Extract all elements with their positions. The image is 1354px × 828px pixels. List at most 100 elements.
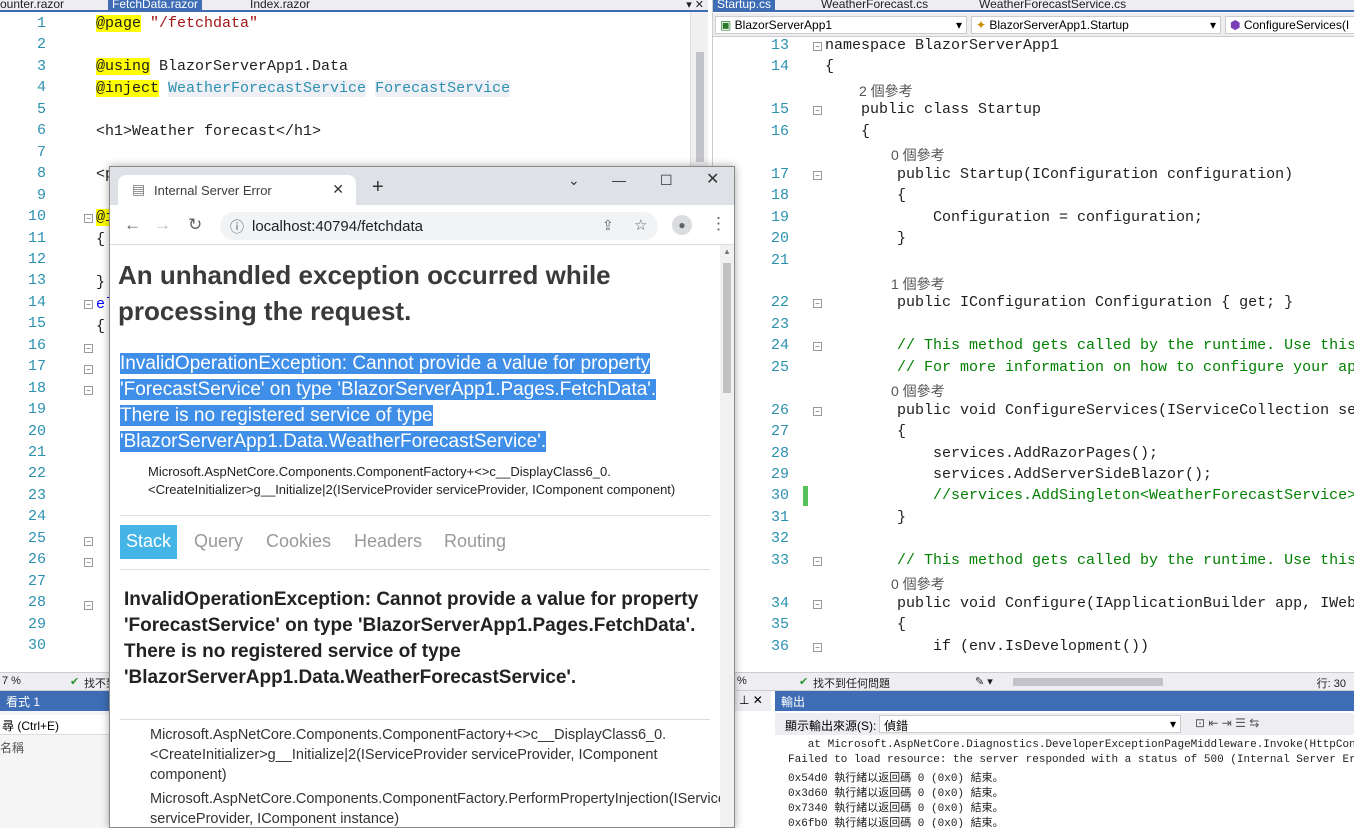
- stack-frame[interactable]: Microsoft.AspNetCore.Components.Componen…: [150, 789, 722, 827]
- code-line[interactable]: //services.AddSingleton<WeatherForecastS…: [825, 487, 1354, 504]
- tab-weatherforecast[interactable]: WeatherForecast.cs: [817, 0, 932, 10]
- code-line[interactable]: services.AddServerSideBlazor();: [825, 466, 1212, 483]
- tab-routing[interactable]: Routing: [438, 525, 512, 559]
- fold-toggle[interactable]: −: [84, 601, 93, 610]
- watch-column-name[interactable]: 名稱: [0, 739, 24, 756]
- scroll-thumb[interactable]: [696, 52, 704, 162]
- tab-search-icon[interactable]: ⌄: [568, 173, 580, 187]
- code-line[interactable]: namespace BlazorServerApp1: [825, 37, 1059, 54]
- fold-toggle[interactable]: −: [84, 214, 93, 223]
- fold-toggle[interactable]: −: [84, 344, 93, 353]
- browser-tab[interactable]: ▤ Internal Server Error ✕: [118, 175, 356, 205]
- code-line[interactable]: public class Startup: [825, 101, 1041, 118]
- fold-toggle[interactable]: −: [813, 406, 822, 416]
- right-editor[interactable]: Startup.cs WeatherForecast.cs WeatherFor…: [712, 0, 1354, 690]
- fold-toggle[interactable]: −: [813, 42, 822, 51]
- horizontal-scroll-thumb[interactable]: [1013, 678, 1163, 686]
- output-source-dropdown[interactable]: 偵錯 ▾: [879, 715, 1181, 733]
- code-line-6[interactable]: <h1>Weather forecast</h1>: [96, 123, 321, 140]
- issues-status[interactable]: 找不到任何問題: [813, 675, 890, 691]
- tab-overflow-icon[interactable]: ▾ ✕: [686, 0, 704, 10]
- brush-icon[interactable]: ✎ ▾: [975, 675, 993, 688]
- maximize-icon[interactable]: ☐: [660, 173, 673, 187]
- close-window-icon[interactable]: ✕: [706, 172, 719, 188]
- code-line[interactable]: }: [825, 509, 906, 526]
- bookmark-star-icon[interactable]: ☆: [634, 216, 647, 234]
- project-dropdown[interactable]: ▣ BlazorServerApp1 ▾: [715, 16, 967, 34]
- scroll-thumb[interactable]: [723, 263, 731, 393]
- code-line[interactable]: services.AddRazorPages();: [825, 445, 1158, 462]
- code-line[interactable]: {: [825, 616, 906, 633]
- code-line[interactable]: {: [825, 423, 906, 440]
- class-dropdown[interactable]: ✦ BlazorServerApp1.Startup ▾: [971, 16, 1221, 34]
- zoom-level[interactable]: 7 %: [2, 675, 21, 687]
- tab-stack[interactable]: Stack: [120, 525, 178, 559]
- code-line-3[interactable]: @using BlazorServerApp1.Data: [96, 58, 348, 75]
- fold-toggle[interactable]: −: [84, 558, 93, 567]
- fold-toggle[interactable]: −: [84, 365, 93, 374]
- tab-counter[interactable]: ounter.razor: [0, 0, 68, 10]
- code-line[interactable]: public void ConfigureServices(IServiceCo…: [825, 402, 1354, 419]
- back-icon[interactable]: ←: [124, 216, 141, 233]
- close-tab-icon[interactable]: ✕: [332, 181, 344, 198]
- code-line[interactable]: }: [825, 230, 906, 247]
- fold-toggle[interactable]: −: [813, 556, 822, 566]
- info-icon[interactable]: ⓘ: [230, 217, 244, 237]
- code-line[interactable]: {: [825, 58, 834, 75]
- code-line-1[interactable]: @page "/fetchdata": [96, 15, 258, 32]
- code-line[interactable]: {: [825, 123, 870, 140]
- tab-weatherforecastservice[interactable]: WeatherForecastService.cs: [975, 0, 1130, 10]
- tab-cookies[interactable]: Cookies: [260, 525, 337, 559]
- browser-scrollbar[interactable]: ▲: [720, 245, 734, 827]
- fold-toggle[interactable]: −: [84, 537, 93, 546]
- fold-toggle[interactable]: −: [813, 642, 822, 652]
- codelens-references[interactable]: 1 個參考: [891, 274, 945, 294]
- address-bar[interactable]: ⓘ localhost:40794/fetchdata ⇪ ☆: [220, 212, 658, 240]
- fold-toggle[interactable]: −: [813, 106, 822, 116]
- code-line[interactable]: public IConfiguration Configuration { ge…: [825, 294, 1293, 311]
- code-line-4[interactable]: @inject WeatherForecastService ForecastS…: [96, 80, 511, 97]
- tab-headers[interactable]: Headers: [348, 525, 428, 559]
- fold-toggle[interactable]: −: [84, 300, 93, 309]
- tab-startup[interactable]: Startup.cs: [713, 0, 776, 10]
- share-icon[interactable]: ⇪: [602, 217, 614, 234]
- output-toolbar-icons[interactable]: ⊡ ⇤ ⇥ ☰ ⇆: [1195, 716, 1259, 730]
- reload-icon[interactable]: ↻: [188, 216, 202, 233]
- new-tab-icon[interactable]: +: [372, 177, 384, 197]
- scroll-up-icon[interactable]: ▲: [723, 247, 731, 256]
- forward-icon[interactable]: →: [154, 216, 171, 233]
- code-line-15[interactable]: {: [96, 318, 105, 335]
- fold-toggle[interactable]: −: [84, 386, 93, 395]
- code-line[interactable]: // This method gets called by the runtim…: [825, 552, 1354, 569]
- tab-query[interactable]: Query: [188, 525, 249, 559]
- browser-window[interactable]: ▤ Internal Server Error ✕ + ⌄ — ☐ ✕ ← → …: [109, 166, 735, 828]
- code-line[interactable]: // For more information on how to config…: [825, 359, 1354, 376]
- fold-toggle[interactable]: −: [813, 599, 822, 609]
- codelens-references[interactable]: 0 個參考: [891, 381, 945, 401]
- pin-close-icons[interactable]: ⊥ ✕: [735, 691, 771, 711]
- codelens-references[interactable]: 0 個參考: [891, 145, 945, 165]
- codelens-references[interactable]: 0 個參考: [891, 574, 945, 594]
- fold-toggle[interactable]: −: [813, 342, 822, 352]
- code-line[interactable]: {: [825, 187, 906, 204]
- fold-toggle[interactable]: −: [813, 299, 822, 309]
- code-line-11[interactable]: {: [96, 231, 105, 248]
- code-line[interactable]: // This method gets called by the runtim…: [825, 337, 1354, 354]
- code-line[interactable]: Configuration = configuration;: [825, 209, 1203, 226]
- menu-kebab-icon[interactable]: ⋮: [710, 215, 727, 232]
- code-line[interactable]: public void Configure(IApplicationBuilde…: [825, 595, 1354, 612]
- codelens-references[interactable]: 2 個參考: [859, 81, 913, 101]
- profile-avatar-icon[interactable]: ●: [672, 215, 692, 235]
- code-line[interactable]: if (env.IsDevelopment()): [825, 638, 1149, 655]
- code-line-13[interactable]: }: [96, 274, 105, 291]
- code-line[interactable]: public Startup(IConfiguration configurat…: [825, 166, 1293, 183]
- error-message-selected[interactable]: InvalidOperationException: Cannot provid…: [120, 351, 710, 455]
- stack-frame[interactable]: Microsoft.AspNetCore.Components.Componen…: [150, 725, 722, 785]
- url-text[interactable]: localhost:40794/fetchdata: [252, 218, 423, 235]
- tab-fetchdata[interactable]: FetchData.razor: [108, 0, 203, 10]
- fold-toggle[interactable]: −: [813, 170, 822, 180]
- tab-index[interactable]: Index.razor: [246, 0, 314, 10]
- minimize-icon[interactable]: —: [612, 173, 626, 187]
- zoom-level[interactable]: %: [737, 675, 747, 687]
- member-dropdown[interactable]: ⬢ ConfigureServices(I: [1225, 16, 1354, 34]
